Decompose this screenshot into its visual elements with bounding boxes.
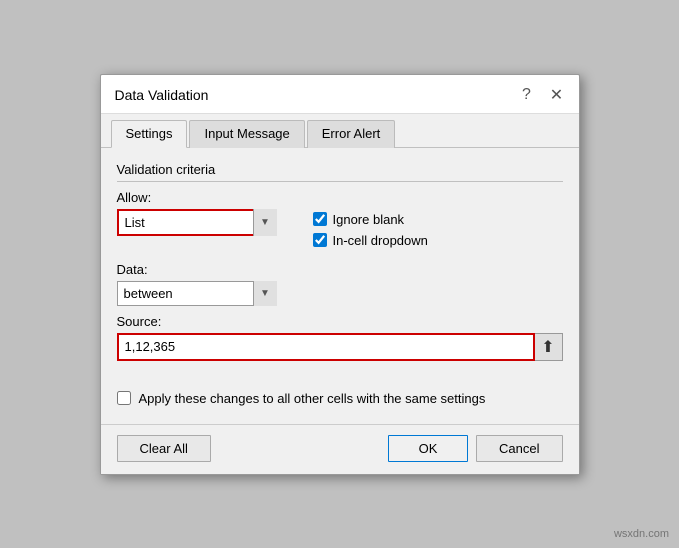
allow-select[interactable]: List Any value Whole number Decimal Date… <box>117 209 277 236</box>
help-button[interactable]: ? <box>517 85 537 105</box>
data-label: Data: <box>117 262 297 277</box>
apply-row: Apply these changes to all other cells w… <box>117 381 563 406</box>
source-label: Source: <box>117 314 563 329</box>
allow-col: Allow: List Any value Whole number Decim… <box>117 190 297 236</box>
tab-error-alert[interactable]: Error Alert <box>307 120 396 148</box>
section-title: Validation criteria <box>117 162 563 182</box>
data-select-wrapper: between not between equal to not equal t… <box>117 281 277 306</box>
data-validation-dialog: Data Validation ? ✕ Settings Input Messa… <box>100 74 580 475</box>
source-expand-button[interactable]: ⬆ <box>535 333 563 361</box>
in-cell-dropdown-checkbox[interactable] <box>313 233 327 247</box>
allow-select-wrapper: List Any value Whole number Decimal Date… <box>117 209 277 236</box>
watermark: wsxdn.com <box>614 528 669 540</box>
clear-all-button[interactable]: Clear All <box>117 435 211 462</box>
checkboxes-col: Ignore blank In-cell dropdown <box>313 190 563 254</box>
in-cell-dropdown-label: In-cell dropdown <box>333 233 428 248</box>
data-row: Data: between not between equal to not e… <box>117 262 563 306</box>
ignore-blank-label: Ignore blank <box>333 212 405 227</box>
ignore-blank-row: Ignore blank <box>313 212 563 227</box>
dialog-footer: Clear All OK Cancel <box>101 424 579 474</box>
ignore-blank-checkbox[interactable] <box>313 212 327 226</box>
apply-all-label: Apply these changes to all other cells w… <box>139 391 486 406</box>
source-section: Source: ⬆ <box>117 314 563 361</box>
source-input[interactable] <box>117 333 535 361</box>
tab-bar: Settings Input Message Error Alert <box>101 114 579 148</box>
tab-settings[interactable]: Settings <box>111 120 188 148</box>
tab-input-message[interactable]: Input Message <box>189 120 304 148</box>
ok-button[interactable]: OK <box>388 435 468 462</box>
allow-row: Allow: List Any value Whole number Decim… <box>117 190 563 254</box>
in-cell-dropdown-row: In-cell dropdown <box>313 233 563 248</box>
source-row: ⬆ <box>117 333 563 361</box>
expand-icon: ⬆ <box>541 337 554 357</box>
allow-label: Allow: <box>117 190 297 205</box>
data-select[interactable]: between not between equal to not equal t… <box>117 281 277 306</box>
apply-all-checkbox[interactable] <box>117 391 131 405</box>
cancel-button[interactable]: Cancel <box>476 435 562 462</box>
data-col: Data: between not between equal to not e… <box>117 262 297 306</box>
close-button[interactable]: ✕ <box>547 85 567 105</box>
footer-right: OK Cancel <box>388 435 562 462</box>
titlebar: Data Validation ? ✕ <box>101 75 579 114</box>
dialog-body: Validation criteria Allow: List Any valu… <box>101 148 579 424</box>
titlebar-icons: ? ✕ <box>517 85 567 105</box>
dialog-title: Data Validation <box>115 87 209 103</box>
footer-left: Clear All <box>117 435 211 462</box>
